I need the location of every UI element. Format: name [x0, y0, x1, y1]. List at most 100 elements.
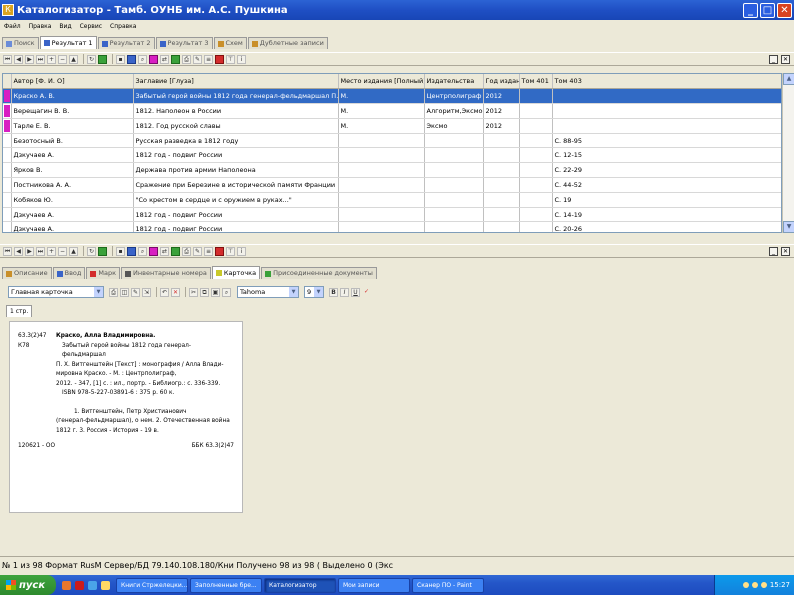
cut-icon[interactable]: ✕ — [171, 287, 180, 297]
prev-record-icon[interactable]: ◀ — [14, 246, 23, 256]
tab-card[interactable]: Карточка — [211, 266, 261, 279]
delete-icon[interactable] — [215, 246, 224, 256]
copy-icon[interactable]: ⧉ — [200, 287, 209, 297]
panel-minimize-icon[interactable]: _ — [769, 54, 778, 64]
table-row[interactable]: Ярков В. Держава против армии Наполеона … — [3, 162, 781, 179]
menu-help[interactable]: Справка — [106, 23, 140, 30]
tab-search[interactable]: Поиск — [2, 37, 39, 49]
save-icon[interactable]: ▪ — [116, 54, 125, 64]
print-icon[interactable]: ⎙ — [182, 246, 191, 256]
filter-icon[interactable]: ⊤ — [226, 246, 235, 256]
tray-icon[interactable] — [760, 582, 767, 588]
sort-icon[interactable]: ≡ — [204, 54, 213, 64]
up-icon[interactable]: ▲ — [69, 54, 78, 64]
tab-description[interactable]: Описание — [2, 267, 52, 279]
tools-icon[interactable]: ✎ — [193, 54, 202, 64]
tree-icon[interactable] — [171, 246, 180, 256]
scroll-down-icon[interactable]: ▼ — [783, 221, 794, 233]
export-icon[interactable]: ⇲ — [142, 287, 151, 297]
task-button[interactable]: Мои записи — [338, 577, 410, 593]
menu-file[interactable]: Файл — [0, 23, 25, 30]
opera-icon[interactable] — [75, 580, 84, 590]
tab-result-1[interactable]: Результат 1 — [39, 36, 97, 49]
refresh-icon[interactable]: ↻ — [87, 54, 96, 64]
mark-icon[interactable] — [149, 246, 158, 256]
column-header-vol401[interactable]: Том 401 — [519, 74, 553, 90]
tab-marc[interactable]: Марк — [86, 267, 121, 279]
tab-duplicates[interactable]: Дублетные записи — [247, 37, 328, 49]
remove-icon[interactable]: − — [58, 54, 67, 64]
column-header-author[interactable]: Автор [Ф. И. О] — [11, 74, 134, 90]
panel-close-icon[interactable]: ✕ — [781, 54, 790, 64]
save-icon[interactable]: ▪ — [116, 246, 125, 256]
page-tab[interactable]: 1 стр. — [6, 305, 33, 317]
results-scrollbar[interactable]: ▲ ▼ — [782, 73, 794, 233]
tools-icon[interactable]: ✎ — [193, 246, 202, 256]
scissors-icon[interactable]: ✂ — [189, 287, 198, 297]
info-icon[interactable]: i — [237, 54, 246, 64]
menu-edit[interactable]: Правка — [25, 23, 56, 30]
next-record-icon[interactable]: ▶ — [25, 54, 34, 64]
table-row[interactable]: Постникова А. А. Сражение при Березине в… — [3, 177, 781, 193]
next-record-icon[interactable]: ▶ — [25, 246, 34, 256]
table-row[interactable]: Кобяков Ю. "Со крестом в сердце и с оруж… — [3, 192, 781, 208]
table-row[interactable]: Краско А. В. Забытый герой войны 1812 го… — [3, 88, 781, 105]
ie-icon[interactable] — [88, 580, 97, 590]
column-header-year[interactable]: Год издан — [483, 74, 520, 90]
paste-icon[interactable]: ▣ — [211, 287, 220, 297]
last-record-icon[interactable]: ⏭ — [36, 246, 45, 256]
table-row[interactable]: Верещагин В. В. 1812. Наполеон в России … — [3, 103, 781, 119]
delete-icon[interactable] — [215, 54, 224, 64]
start-button[interactable]: пуск — [0, 575, 56, 595]
last-record-icon[interactable]: ⏭ — [36, 54, 45, 64]
first-record-icon[interactable]: ⏮ — [3, 246, 12, 256]
column-header-vol403[interactable]: Том 403 — [552, 74, 781, 90]
remove-icon[interactable]: − — [58, 246, 67, 256]
folder-icon[interactable] — [101, 580, 110, 590]
confirm-icon[interactable] — [98, 54, 107, 64]
check-icon[interactable]: ✓ — [362, 288, 371, 297]
edit-card-icon[interactable]: ✎ — [131, 287, 140, 297]
minimize-button[interactable]: _ — [743, 2, 758, 18]
table-row[interactable]: Дзкучаев А. 1812 год - подвиг России С. … — [3, 207, 781, 223]
sync-icon[interactable]: ⇄ — [160, 246, 169, 256]
find-replace-icon[interactable]: ⌕ — [222, 287, 231, 297]
scroll-up-icon[interactable]: ▲ — [783, 73, 794, 85]
font-select[interactable]: Tahoma — [237, 286, 299, 298]
refresh-icon[interactable]: ↻ — [87, 246, 96, 256]
menu-view[interactable]: Вид — [55, 23, 75, 30]
tab-attachments[interactable]: Присоединенные документы — [261, 267, 377, 279]
card-type-select[interactable]: Главная карточка — [8, 286, 104, 298]
italic-button[interactable]: I — [340, 287, 349, 297]
tab-result-2[interactable]: Результат 2 — [97, 37, 155, 49]
menu-service[interactable]: Сервис — [76, 23, 106, 30]
clock[interactable]: 15:27 — [770, 581, 790, 589]
task-button[interactable]: Каталогизатор — [264, 577, 336, 593]
bold-button[interactable]: B — [329, 287, 338, 297]
panel-minimize-icon[interactable]: _ — [769, 246, 778, 256]
undo-icon[interactable]: ↶ — [160, 287, 169, 297]
table-row[interactable]: Безотосный В. Русская разведка в 1812 го… — [3, 133, 781, 149]
find-icon[interactable]: ⌕ — [138, 246, 147, 256]
task-button[interactable]: Сканер ПО - Paint — [412, 577, 484, 593]
column-header-place[interactable]: Место издания [Полный] — [338, 74, 425, 90]
print-icon[interactable]: ⎙ — [109, 287, 118, 297]
first-record-icon[interactable]: ⏮ — [3, 54, 12, 64]
add-icon[interactable]: + — [47, 54, 56, 64]
panel-close-icon[interactable]: ✕ — [781, 246, 790, 256]
firefox-icon[interactable] — [62, 580, 71, 590]
info-icon[interactable]: i — [237, 246, 246, 256]
up-icon[interactable]: ▲ — [69, 246, 78, 256]
tray-icon[interactable] — [751, 582, 758, 588]
sort-icon[interactable]: ≡ — [204, 246, 213, 256]
tray-icon[interactable] — [742, 582, 749, 588]
confirm-icon[interactable] — [98, 246, 107, 256]
column-header-title[interactable]: Заглавие [Глуза] — [133, 74, 339, 90]
column-header-publisher[interactable]: Издательства — [424, 74, 484, 90]
table-row[interactable]: Дзкучаев А. 1812 год - подвиг России С. … — [3, 147, 781, 164]
filter-icon[interactable]: ⊤ — [226, 54, 235, 64]
prev-record-icon[interactable]: ◀ — [14, 54, 23, 64]
task-button[interactable]: Заполненные бре... — [190, 577, 262, 593]
tab-result-3[interactable]: Результат 3 — [155, 37, 213, 49]
edit-icon[interactable] — [127, 54, 136, 64]
